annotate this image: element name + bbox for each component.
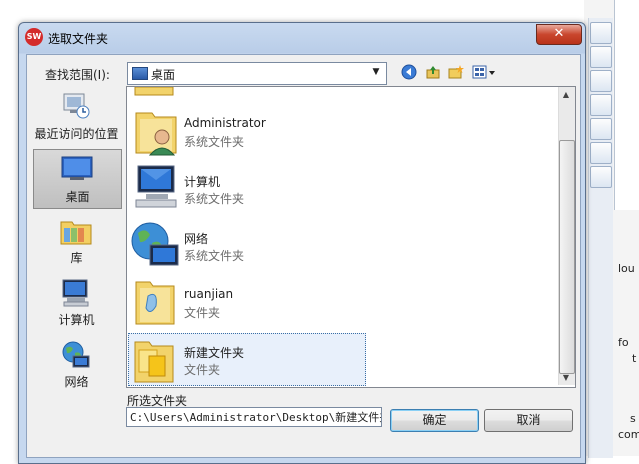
file-type: 系统文件夹 [184, 249, 245, 263]
folder-icon [134, 87, 174, 96]
background-text: t [632, 352, 637, 365]
background-text: lou [618, 262, 635, 275]
folder-icon [135, 281, 175, 325]
background-tool-button[interactable] [590, 118, 612, 140]
background-tool-button[interactable] [590, 142, 612, 164]
list-item[interactable] [128, 160, 366, 214]
scroll-down-arrow-icon[interactable]: ▼ [558, 373, 574, 382]
background-tool-button[interactable] [590, 46, 612, 68]
view-menu-button[interactable] [471, 62, 497, 82]
place-network[interactable]: 网络 [33, 336, 120, 394]
recent-places-icon [63, 93, 90, 119]
background-text: s [630, 412, 636, 425]
cancel-button[interactable]: 取消 [484, 409, 573, 432]
look-in-label: 查找范围(I): [45, 68, 110, 82]
background-tool-button[interactable] [590, 166, 612, 188]
network-icon [62, 341, 90, 368]
list-item[interactable] [128, 217, 366, 271]
network-icon [131, 222, 179, 266]
place-libraries[interactable]: 库 [33, 212, 120, 270]
place-label: 网络 [64, 375, 89, 389]
new-folder-icon [448, 65, 464, 79]
list-item-selected[interactable] [128, 333, 366, 386]
desktop-icon [61, 156, 93, 180]
file-type: 文件夹 [184, 306, 221, 320]
libraries-icon [60, 221, 92, 245]
up-folder-button[interactable] [424, 62, 442, 82]
background-tool-button[interactable] [590, 70, 612, 92]
place-desktop[interactable]: 桌面 [33, 149, 122, 209]
background-tree-panel [614, 0, 639, 210]
place-label: 库 [70, 251, 83, 265]
close-button[interactable]: ✕ [536, 24, 582, 45]
computer-icon [62, 279, 89, 307]
dialog-title: 选取文件夹 [48, 32, 109, 46]
background-text: fo [618, 336, 629, 349]
up-folder-icon [426, 66, 440, 79]
file-name: 网络 [184, 232, 209, 246]
desktop-icon [132, 67, 148, 80]
selected-folder-input[interactable]: C:\Users\Administrator\Desktop\新建文件夹 [126, 407, 382, 427]
file-type: 系统文件夹 [184, 192, 245, 206]
file-name: Administrator [184, 116, 266, 130]
background-tool-button[interactable] [590, 94, 612, 116]
chevron-down-icon[interactable]: ▼ [368, 63, 384, 82]
list-item[interactable] [128, 105, 366, 159]
new-folder-button[interactable] [447, 62, 465, 82]
file-type: 系统文件夹 [184, 135, 245, 149]
back-arrow-icon [401, 64, 417, 80]
scroll-up-arrow-icon[interactable]: ▲ [558, 90, 574, 99]
list-item[interactable] [128, 274, 366, 328]
user-folder-icon [135, 112, 177, 156]
ok-button[interactable]: 确定 [390, 409, 479, 432]
folder-icon [134, 341, 174, 383]
background-tool-button[interactable] [590, 22, 612, 44]
file-name: ruanjian [184, 287, 234, 301]
place-label: 桌面 [65, 190, 90, 204]
view-grid-icon [472, 65, 495, 79]
place-recent[interactable]: 最近访问的位置 [33, 88, 120, 146]
file-name: 计算机 [184, 175, 221, 189]
place-label: 计算机 [58, 313, 95, 327]
place-label: 最近访问的位置 [34, 127, 119, 141]
computer-icon [135, 165, 177, 208]
file-type: 文件夹 [184, 363, 221, 377]
place-computer[interactable]: 计算机 [33, 274, 120, 332]
file-name: 新建文件夹 [184, 346, 245, 360]
back-button[interactable] [400, 62, 418, 82]
background-text: com [618, 428, 639, 441]
app-logo-icon: SW [25, 28, 43, 46]
look-in-value: 桌面 [151, 68, 176, 82]
scrollbar-thumb[interactable] [559, 140, 575, 374]
